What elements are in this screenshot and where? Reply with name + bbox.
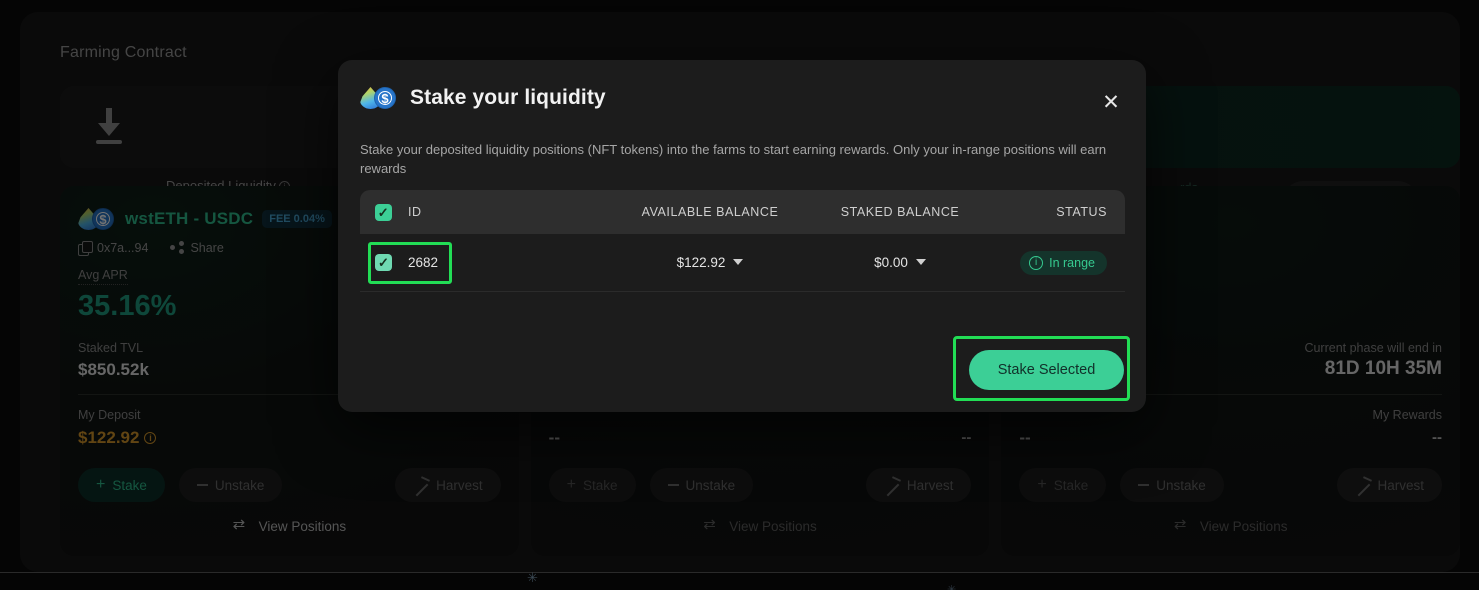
chevron-down-icon[interactable] <box>733 259 744 265</box>
app-root: Farming Contract Deposited Liquidityi $1… <box>0 0 1479 590</box>
token-pair-icon <box>360 87 398 109</box>
positions-table: ID AVAILABLE BALANCE STAKED BALANCE STAT… <box>360 190 1125 292</box>
header-id-label: ID <box>408 205 422 219</box>
table-row[interactable]: 2682 $122.92 $0.00 i In range <box>360 234 1125 292</box>
header-staked-balance: STAKED BALANCE <box>840 205 960 219</box>
page-bottom-divider <box>0 572 1479 573</box>
header-available-balance: AVAILABLE BALANCE <box>641 205 779 219</box>
close-icon[interactable]: ✕ <box>1094 86 1128 120</box>
submit-area: Stake Selected <box>953 336 1130 401</box>
usdc-icon <box>374 87 396 109</box>
info-icon: i <box>1029 255 1044 270</box>
stake-liquidity-modal: Stake your liquidity ✕ Stake your deposi… <box>338 60 1146 412</box>
header-status: STATUS <box>1056 205 1107 219</box>
row-staked-balance[interactable]: $0.00 <box>810 255 990 270</box>
row-available-balance[interactable]: $122.92 <box>610 255 810 270</box>
stake-selected-button[interactable]: Stake Selected <box>969 350 1124 390</box>
loading-spinner-icon: ✳ <box>527 570 538 585</box>
modal-header: Stake your liquidity <box>360 86 606 110</box>
select-all-checkbox[interactable] <box>375 203 392 221</box>
status-badge: i In range <box>1020 250 1107 275</box>
modal-title: Stake your liquidity <box>410 86 606 109</box>
header-id-cell: ID <box>360 203 610 221</box>
row-id-cell: 2682 <box>360 254 610 271</box>
table-header-row: ID AVAILABLE BALANCE STAKED BALANCE STAT… <box>360 190 1125 234</box>
row-status: i In range <box>990 250 1125 275</box>
available-balance-value: $122.92 <box>676 255 726 270</box>
chevron-down-icon[interactable] <box>915 259 926 265</box>
modal-description: Stake your deposited liquidity positions… <box>360 142 1107 176</box>
staked-balance-value: $0.00 <box>874 255 908 270</box>
loading-spinner-icon-secondary: ✳ <box>947 584 957 590</box>
status-label: In range <box>1049 255 1095 270</box>
row-checkbox[interactable] <box>375 254 392 271</box>
position-id: 2682 <box>408 255 439 270</box>
